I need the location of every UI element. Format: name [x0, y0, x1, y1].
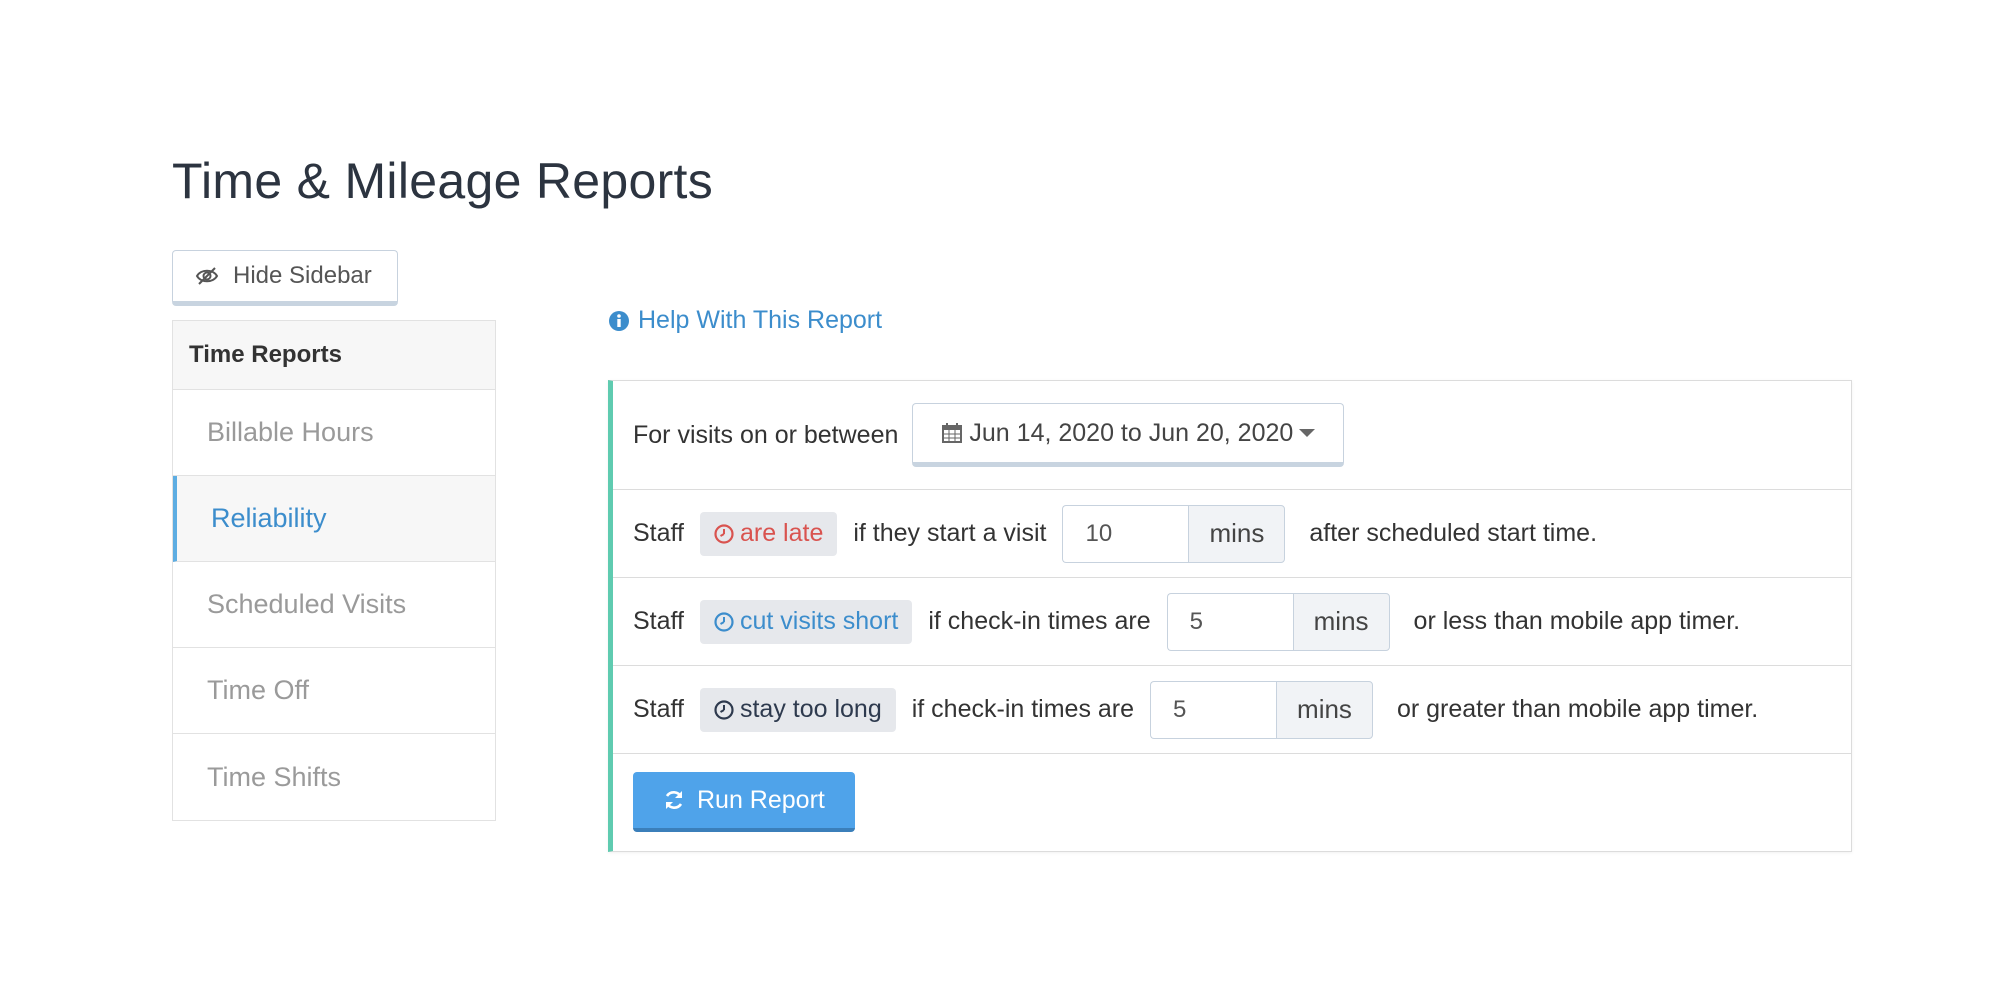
late-tag-label: are late	[739, 519, 824, 547]
sidebar: Time Reports Billable Hours Reliability …	[172, 320, 496, 821]
calendar-icon	[941, 422, 963, 444]
sidebar-item-time-shifts[interactable]: Time Shifts	[173, 734, 495, 820]
late-prefix: Staff	[633, 519, 684, 547]
hide-sidebar-label: Hide Sidebar	[233, 262, 372, 289]
long-tag: stay too long	[699, 687, 896, 732]
clock-icon	[714, 523, 734, 544]
late-minutes-group: mins	[1062, 504, 1286, 563]
short-suffix: or less than mobile app timer.	[1413, 607, 1741, 635]
long-tag-label: stay too long	[739, 695, 882, 723]
short-tag: cut visits short	[699, 599, 913, 644]
short-minutes-group: mins	[1166, 592, 1390, 651]
sidebar-item-billable-hours[interactable]: Billable Hours	[173, 390, 495, 476]
late-tag: are late	[699, 511, 838, 556]
eye-slash-icon	[195, 266, 219, 286]
sidebar-item-time-off[interactable]: Time Off	[173, 648, 495, 734]
date-range-value: Jun 14, 2020 to Jun 20, 2020	[969, 418, 1294, 447]
sidebar-header: Time Reports	[173, 321, 495, 390]
sidebar-item-reliability[interactable]: Reliability	[173, 476, 495, 562]
short-tag-label: cut visits short	[739, 607, 899, 635]
late-minutes-unit: mins	[1188, 504, 1286, 563]
help-link-label: Help With This Report	[638, 306, 883, 334]
report-panel: For visits on or between Jun 14, 2020 to	[608, 380, 1852, 852]
refresh-icon	[663, 789, 685, 811]
short-row: Staff cut visits short if check-in times…	[613, 578, 1851, 666]
late-row: Staff are late if they start a visit min…	[613, 490, 1851, 578]
date-range-row: For visits on or between Jun 14, 2020 to	[613, 381, 1851, 490]
short-prefix: Staff	[633, 607, 684, 635]
short-minutes-unit: mins	[1292, 592, 1390, 651]
clock-icon	[714, 699, 734, 720]
help-link[interactable]: Help With This Report	[608, 306, 882, 335]
long-prefix: Staff	[633, 695, 684, 723]
sidebar-item-scheduled-visits[interactable]: Scheduled Visits	[173, 562, 495, 648]
page: Time & Mileage Reports Hide Sidebar Time…	[0, 0, 2000, 1000]
run-report-label: Run Report	[697, 785, 825, 814]
info-circle-icon	[608, 310, 630, 332]
chevron-down-icon	[1299, 429, 1316, 437]
long-minutes-input[interactable]	[1150, 680, 1277, 739]
late-minutes-input[interactable]	[1062, 504, 1189, 563]
run-report-button[interactable]: Run Report	[633, 772, 855, 832]
long-condition: if check-in times are	[911, 695, 1135, 723]
long-row: Staff stay too long if check-in times ar…	[613, 666, 1851, 754]
long-minutes-unit: mins	[1276, 680, 1373, 739]
run-report-row: Run Report	[613, 754, 1851, 850]
short-condition: if check-in times are	[928, 607, 1151, 635]
late-suffix: after scheduled start time.	[1309, 519, 1598, 547]
hide-sidebar-button[interactable]: Hide Sidebar	[172, 250, 398, 306]
long-minutes-group: mins	[1150, 680, 1373, 739]
page-title: Time & Mileage Reports	[172, 153, 714, 209]
date-range-picker[interactable]: Jun 14, 2020 to Jun 20, 2020	[912, 403, 1345, 467]
clock-icon	[714, 611, 734, 632]
long-suffix: or greater than mobile app timer.	[1396, 695, 1759, 723]
date-range-label: For visits on or between	[633, 420, 899, 449]
late-condition: if they start a visit	[853, 519, 1047, 547]
short-minutes-input[interactable]	[1166, 592, 1293, 651]
